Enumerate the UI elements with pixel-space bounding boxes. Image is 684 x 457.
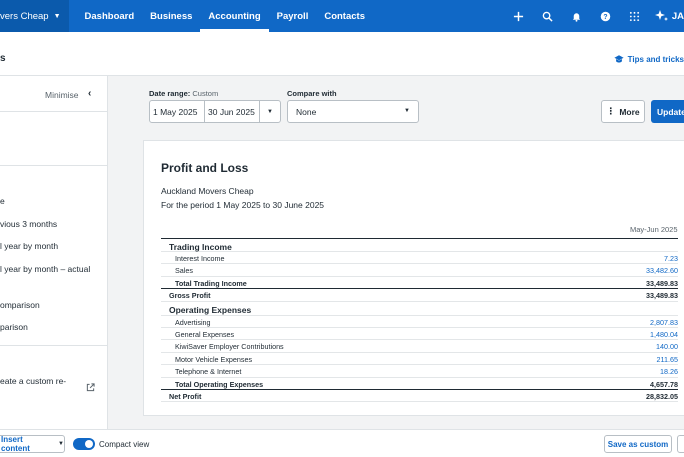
table-row: Motor Vehicle Expenses 211.65	[161, 353, 678, 366]
amount-link[interactable]: 7.23	[664, 254, 678, 263]
report-org: Auckland Movers Cheap	[161, 186, 254, 196]
nav-accounting[interactable]: Accounting	[200, 0, 269, 32]
divider	[0, 345, 108, 346]
external-link-icon[interactable]	[86, 383, 95, 392]
compact-view-label: Compact view	[99, 440, 150, 449]
amount-link[interactable]: 211.65	[657, 355, 678, 364]
sidebar-item[interactable]: l year by month	[0, 241, 58, 251]
total-row: Total Operating Expenses 4,657.78	[161, 378, 678, 390]
bell-icon[interactable]	[562, 0, 591, 32]
table-row: Sales 33,482.60	[161, 264, 678, 277]
nav-payroll[interactable]: Payroll	[269, 0, 317, 32]
report-period: For the period 1 May 2025 to 30 June 202…	[161, 200, 325, 210]
page-header: s Tips and tricks	[0, 32, 684, 76]
table-row: Interest Income 7.23	[161, 252, 678, 265]
insert-content-button[interactable]: Insert content ▼	[0, 435, 65, 453]
svg-text:?: ?	[603, 13, 607, 20]
chevron-down-icon: ▼	[53, 12, 61, 20]
user-menu[interactable]: JA	[654, 9, 684, 23]
table-row: Advertising 2,807.83	[161, 316, 678, 328]
date-range-label: Date range: Custom	[149, 89, 219, 98]
date-to-input[interactable]: 30 Jun 2025	[205, 101, 260, 122]
divider	[0, 165, 108, 166]
more-button[interactable]: ⋮ More	[601, 100, 645, 123]
graduation-cap-icon	[614, 55, 624, 63]
column-header: May-Jun 2025	[630, 225, 678, 234]
page-title: s	[0, 53, 6, 64]
report-table: Trading Income Interest Income 7.23 Sale…	[161, 238, 678, 403]
nav-dashboard[interactable]: Dashboard	[77, 0, 143, 32]
report-sidebar: Minimise ‹ e vious 3 months l year by mo…	[0, 76, 108, 429]
report-card: Profit and Loss Auckland Movers Cheap Fo…	[143, 140, 684, 416]
compact-view-toggle[interactable]	[73, 438, 95, 450]
amount-link[interactable]: 1,480.04	[650, 330, 678, 339]
divider	[0, 111, 108, 112]
org-name: vers Cheap	[0, 10, 49, 22]
sidebar-item[interactable]: omparison	[0, 300, 40, 310]
total-row: Total Trading Income 33,489.83	[161, 277, 678, 290]
chevron-down-icon: ▼	[58, 441, 64, 447]
table-row: KiwiSaver Employer Contributions 140.00	[161, 340, 678, 353]
more-vertical-icon: ⋮	[606, 106, 616, 116]
save-as-custom-button[interactable]: Save as custom	[604, 435, 672, 453]
table-row: General Expenses 1,480.04	[161, 328, 678, 341]
sparkle-icon	[654, 10, 668, 21]
amount-link[interactable]: 33,482.60	[646, 266, 678, 275]
table-row: Telephone & Internet 18.26	[161, 365, 678, 378]
report-title: Profit and Loss	[161, 161, 249, 175]
chevron-down-icon: ▼	[404, 108, 410, 114]
chevron-down-icon[interactable]: ▼	[260, 101, 280, 122]
top-nav: vers Cheap ▼ Dashboard Business Accounti…	[0, 0, 684, 32]
section-heading: Operating Expenses	[161, 302, 678, 316]
section-heading: Trading Income	[161, 238, 678, 252]
amount-link[interactable]: 140.00	[656, 342, 678, 351]
export-button[interactable]	[677, 435, 684, 453]
bottom-bar: Insert content ▼ Compact view Save as cu…	[0, 429, 684, 457]
sidebar-item[interactable]: vious 3 months	[0, 219, 57, 229]
org-switcher[interactable]: vers Cheap ▼	[0, 0, 69, 32]
nav-business[interactable]: Business	[142, 0, 200, 32]
plus-icon[interactable]	[504, 0, 533, 32]
net-profit-row: Net Profit 28,832.05	[161, 390, 678, 403]
sidebar-item[interactable]: e	[0, 196, 5, 206]
sidebar-item-custom-report[interactable]: eate a custom re-	[0, 376, 66, 386]
date-range-picker[interactable]: 1 May 2025 30 Jun 2025 ▼	[149, 100, 281, 123]
user-initials: JA	[671, 10, 684, 22]
compare-label: Compare with	[287, 89, 337, 98]
help-icon[interactable]: ?	[591, 0, 620, 32]
update-button[interactable]: Update	[651, 100, 684, 123]
gross-profit-row: Gross Profit 33,489.83	[161, 289, 678, 302]
date-from-input[interactable]: 1 May 2025	[150, 101, 205, 122]
minimise-label[interactable]: Minimise	[45, 90, 79, 100]
chevron-left-icon[interactable]: ‹	[88, 88, 91, 99]
tips-link[interactable]: Tips and tricks	[614, 54, 684, 64]
amount-link[interactable]: 18.26	[660, 367, 678, 376]
amount-link[interactable]: 2,807.83	[650, 318, 678, 327]
compare-select[interactable]: None ▼	[287, 100, 419, 123]
toggle-knob	[85, 440, 93, 448]
sidebar-item[interactable]: parison	[0, 322, 28, 332]
nav-contacts[interactable]: Contacts	[316, 0, 373, 32]
apps-grid-icon[interactable]	[620, 0, 649, 32]
sidebar-item[interactable]: l year by month – actual	[0, 264, 90, 274]
search-icon[interactable]	[533, 0, 562, 32]
